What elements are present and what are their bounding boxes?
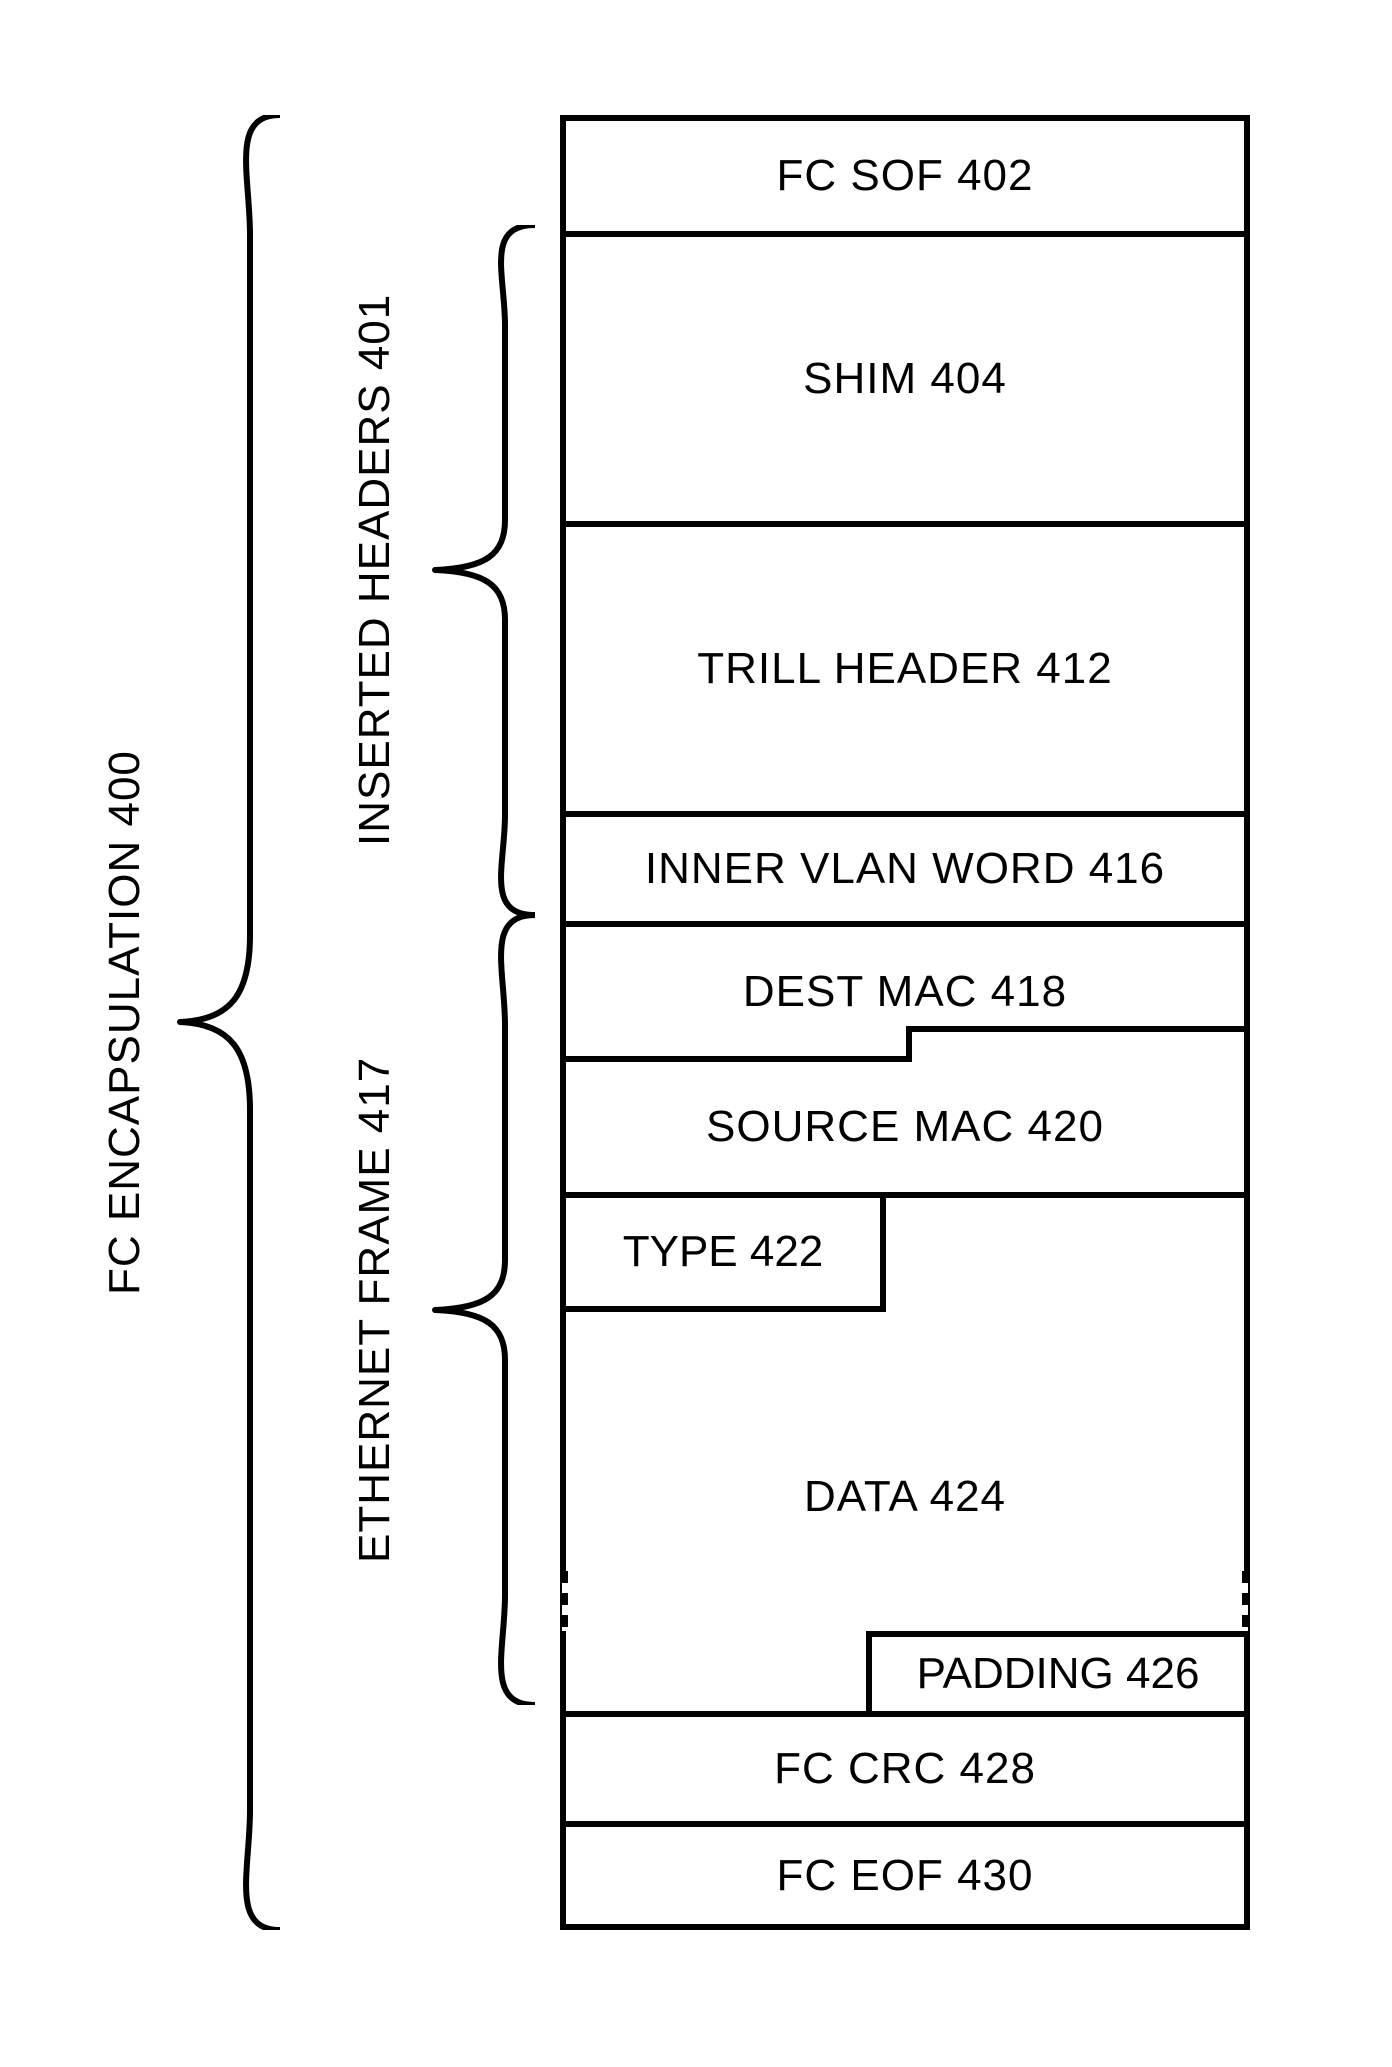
label-inserted-headers: INSERTED HEADERS 401: [345, 225, 405, 915]
break-right: [1234, 1571, 1248, 1631]
brace-ethernet-frame: [430, 915, 535, 1705]
cell-inner-vlan: INNER VLAN WORD 416: [566, 811, 1244, 921]
cell-type: TYPE 422: [566, 1192, 886, 1312]
cell-trill-header: TRILL HEADER 412: [566, 521, 1244, 811]
brace-outer: [175, 115, 280, 1930]
label-type: TYPE 422: [623, 1227, 824, 1277]
cell-fc-sof: FC SOF 402: [566, 121, 1244, 231]
label-dest-mac: DEST MAC 418: [743, 967, 1067, 1017]
brace-inserted-headers: [430, 225, 535, 915]
frame-box: FC SOF 402 SHIM 404 TRILL HEADER 412 INN…: [560, 115, 1250, 1930]
label-source-mac: SOURCE MAC 420: [706, 1102, 1104, 1152]
cell-dest-mac: DEST MAC 418: [566, 921, 1244, 1056]
cell-shim: SHIM 404: [566, 231, 1244, 521]
cell-fc-crc: FC CRC 428: [566, 1711, 1244, 1821]
step-line-3: [906, 1026, 1244, 1032]
type-top-line: [566, 1192, 1244, 1198]
frame-diagram: FC SOF 402 SHIM 404 TRILL HEADER 412 INN…: [0, 0, 1392, 2067]
label-inner-vlan: INNER VLAN WORD 416: [645, 844, 1165, 894]
label-shim: SHIM 404: [803, 354, 1007, 404]
cell-data: DATA 424: [566, 1312, 1244, 1622]
cell-fc-eof: FC EOF 430: [566, 1821, 1244, 1924]
label-fc-encapsulation: FC ENCAPSULATION 400: [95, 115, 155, 1930]
label-data: DATA 424: [804, 1472, 1006, 1522]
break-left: [562, 1571, 576, 1631]
cell-source-mac: SOURCE MAC 420: [566, 1062, 1244, 1192]
label-fc-sof: FC SOF 402: [777, 151, 1034, 201]
label-fc-eof: FC EOF 430: [777, 1851, 1034, 1901]
label-trill-header: TRILL HEADER 412: [697, 644, 1112, 694]
label-padding: PADDING 426: [917, 1649, 1200, 1699]
cell-padding: PADDING 426: [866, 1631, 1244, 1711]
label-ethernet-frame: ETHERNET FRAME 417: [345, 915, 405, 1705]
label-fc-crc: FC CRC 428: [774, 1744, 1036, 1794]
